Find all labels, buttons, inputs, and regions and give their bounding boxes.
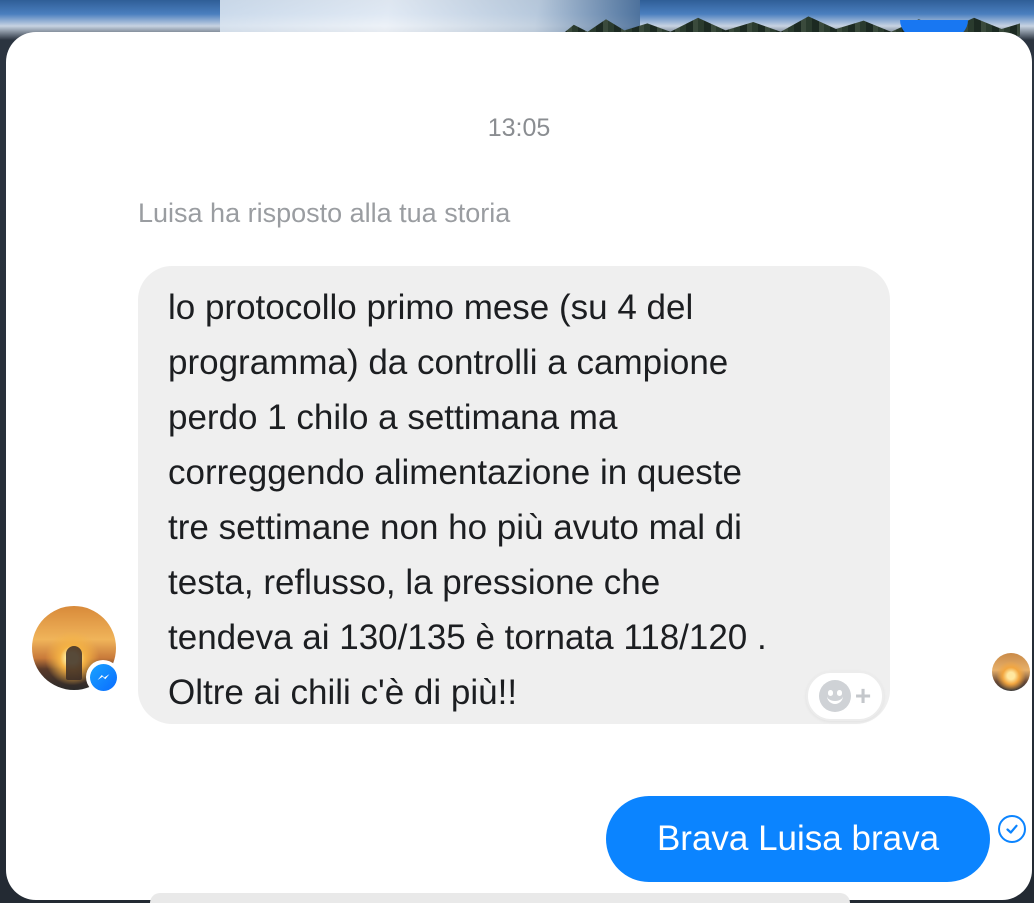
- check-circle-icon: [998, 815, 1026, 843]
- add-reaction-button[interactable]: +: [806, 671, 884, 721]
- add-reaction-plus: +: [854, 680, 872, 711]
- incoming-message-bubble[interactable]: lo protocollo primo mese (su 4 del progr…: [138, 266, 890, 724]
- story-reply-note: Luisa ha risposto alla tua storia: [138, 198, 511, 228]
- chat-panel: 13:05 Luisa ha risposto alla tua storia …: [6, 32, 1032, 900]
- message-line: Oltre ai chili c'è di più!!: [168, 673, 518, 712]
- message-line: testa, reflusso, la pressione che: [168, 563, 661, 602]
- messenger-icon: [86, 660, 120, 694]
- message-line: tendeva ai 130/135 è tornata 118/120 .: [168, 618, 767, 657]
- message-line: lo protocollo primo mese (su 4 del: [168, 288, 694, 327]
- message-timestamp: 13:05: [487, 114, 551, 142]
- composer-peek: [150, 893, 850, 903]
- message-line: tre settimane non ho più avuto mal di: [168, 508, 742, 547]
- message-line: perdo 1 chilo a settimana ma: [168, 398, 618, 437]
- outgoing-message-bubble[interactable]: Brava Luisa brava: [606, 796, 990, 882]
- emoji-add-icon: [818, 680, 851, 712]
- avatar-figure: [66, 646, 82, 680]
- avatar-read-receipt-icon: [992, 653, 1030, 691]
- messenger-bolt-icon: [97, 673, 109, 680]
- message-line: correggendo alimentazione in queste: [168, 453, 742, 492]
- message-line: programma) da controlli a campione: [168, 343, 729, 382]
